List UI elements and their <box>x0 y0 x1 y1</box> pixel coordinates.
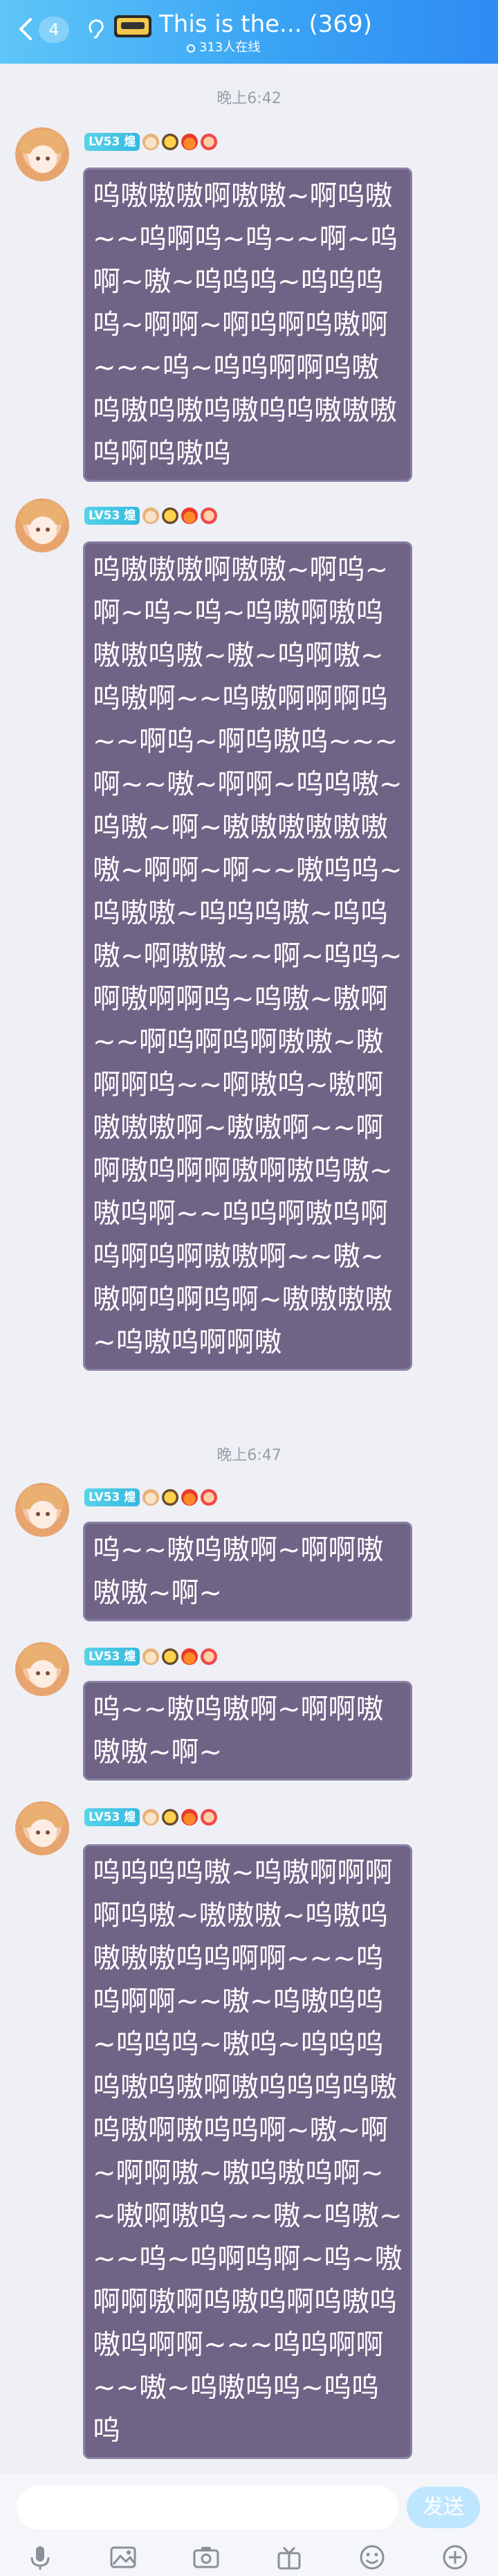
level-badge: LV53 煌 <box>84 1808 140 1826</box>
group-avatar-icon <box>114 15 151 37</box>
level-badge: LV53 煌 <box>84 1488 140 1506</box>
sender-meta: LV53 煌 <box>84 133 218 154</box>
input-bar: 发送 <box>0 2474 498 2576</box>
avatar[interactable] <box>15 1642 69 1696</box>
message-bubble[interactable]: 呜~~嗷呜嗷啊~啊啊嗷嗷嗷~啊~ <box>83 1522 412 1621</box>
send-button[interactable]: 发送 <box>407 2487 480 2528</box>
flower-icon <box>201 1489 218 1506</box>
timestamp: 晚上6:47 <box>216 1447 282 1464</box>
avatar[interactable] <box>15 127 69 181</box>
avatar[interactable] <box>15 1483 69 1537</box>
medal-icon <box>142 134 160 150</box>
medal-icon <box>162 1648 179 1665</box>
fire-icon <box>181 1489 199 1506</box>
sender-meta: LV53 煌 <box>84 1488 218 1509</box>
sender-meta: LV53 煌 <box>84 1648 218 1668</box>
sender-meta: LV53 煌 <box>84 507 218 528</box>
flower-icon <box>201 1648 218 1665</box>
chat-header: 4 This is the... (369) 313人在线 <box>0 0 498 64</box>
timestamp: 晚上6:42 <box>216 90 282 107</box>
sender-meta: LV53 煌 <box>84 1808 218 1829</box>
level-badge: LV53 煌 <box>84 133 140 151</box>
message-bubble[interactable]: 呜呜呜呜嗷~呜嗷啊啊啊啊呜嗷~嗷嗷嗷~呜嗷呜嗷嗷嗷呜呜啊啊~~~呜呜啊啊~~嗷~… <box>83 1844 412 2459</box>
fire-icon <box>181 1809 199 1826</box>
avatar[interactable] <box>15 1801 69 1855</box>
message-bubble[interactable]: 呜嗷嗷嗷啊嗷嗷~啊呜~啊~呜~呜~呜嗷啊嗷呜嗷嗷呜嗷~嗷~呜啊嗷~呜嗷啊~~呜嗷… <box>83 541 412 1371</box>
plus-icon[interactable] <box>441 2543 469 2571</box>
gift-icon[interactable] <box>275 2543 303 2571</box>
chat-title[interactable]: This is the... (369) <box>159 10 372 39</box>
medal-icon <box>142 1489 160 1506</box>
avatar[interactable] <box>15 498 69 552</box>
fire-icon <box>181 134 199 150</box>
medal-icon <box>142 1809 160 1826</box>
message-input[interactable] <box>17 2485 398 2530</box>
fire-icon <box>181 507 199 524</box>
medal-icon <box>142 507 160 524</box>
medal-icon <box>162 507 179 524</box>
message-bubble[interactable]: 呜~~嗷呜嗷啊~啊啊嗷嗷嗷~啊~ <box>83 1681 412 1781</box>
medal-icon <box>162 134 179 150</box>
medal-icon <box>162 1809 179 1826</box>
mic-icon[interactable] <box>26 2543 54 2571</box>
mute-ear-icon <box>89 19 104 39</box>
medal-icon <box>142 1648 160 1665</box>
message-bubble[interactable]: 呜嗷嗷嗷啊嗷嗷~啊呜嗷~~呜啊呜~呜~~啊~呜啊~嗷~呜呜呜~呜呜呜呜~啊啊~啊… <box>83 168 412 482</box>
level-badge: LV53 煌 <box>84 507 140 525</box>
online-count: 313人在线 <box>187 40 260 55</box>
image-icon[interactable] <box>109 2543 137 2571</box>
unread-badge[interactable]: 4 <box>39 17 69 43</box>
back-chevron-icon[interactable] <box>12 15 40 43</box>
flower-icon <box>201 134 218 150</box>
level-badge: LV53 煌 <box>84 1648 140 1666</box>
camera-icon[interactable] <box>192 2543 220 2571</box>
flower-icon <box>201 507 218 524</box>
medal-icon <box>162 1489 179 1506</box>
fire-icon <box>181 1648 199 1665</box>
flower-icon <box>201 1809 218 1826</box>
emoji-icon[interactable] <box>358 2543 386 2571</box>
online-icon <box>187 44 195 53</box>
